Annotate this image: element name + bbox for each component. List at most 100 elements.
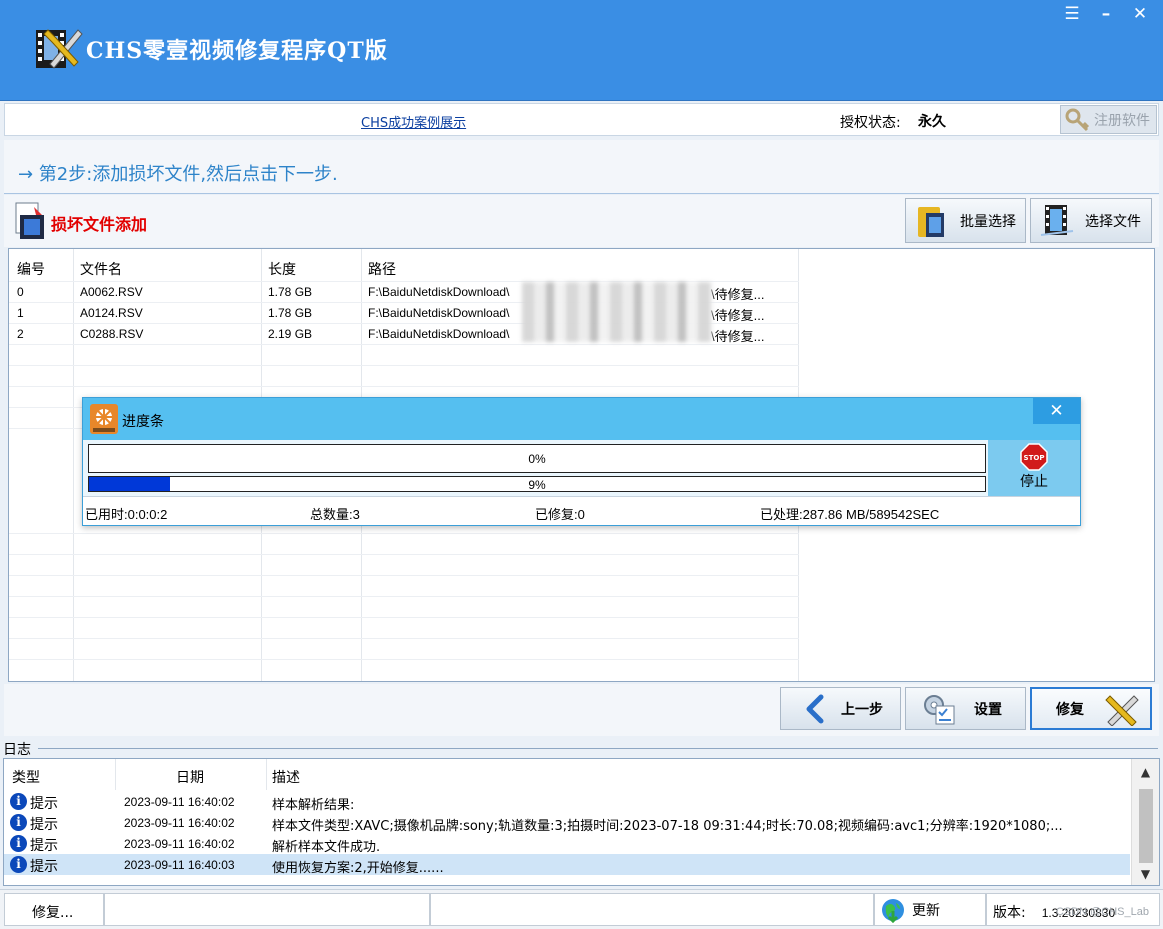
processed-amount: 已处理:287.86 MB/589542SEC [760,507,940,522]
previous-step-button[interactable]: 上一步 [780,687,901,730]
register-button[interactable]: 注册软件 [1060,105,1157,134]
repair-button[interactable]: 修复 [1030,687,1152,730]
dialog-body: 0% 9% STOP 停止 [83,440,1080,496]
progress-app-icon [90,404,118,434]
batch-select-button[interactable]: 批量选择 [905,198,1026,243]
info-icon: i [10,835,27,852]
register-label: 注册软件 [1094,112,1150,129]
row-path-end: \待修复... [711,287,765,302]
info-bar: CHS成功案例展示 授权状态: 永久 注册软件 [4,103,1159,136]
status-panel [430,893,874,926]
log-desc: 使用恢复方案:2,开始修复...... [272,861,444,876]
log-scrollbar[interactable]: ▲ ▼ [1131,759,1159,885]
close-icon[interactable]: ✕ [1129,4,1151,24]
settings-button[interactable]: 设置 [905,687,1026,730]
status-panel [104,893,430,926]
progress-dialog: 进度条 ✕ 0% 9% STOP 停止 已用时:0:0:0:2 总数量:3 已修… [82,397,1081,526]
scroll-down-icon[interactable]: ▼ [1132,867,1159,881]
dialog-title-bar: 进度条 ✕ [83,398,1080,440]
folder-film-icon [918,206,944,237]
log-type: 提示 [30,796,58,812]
film-file-icon [15,202,44,239]
log-table[interactable]: 类型 日期 描述 i 提示 2023-09-11 16:40:02 样本解析结果… [3,758,1160,886]
file-section-header: 损坏文件添加 批量选择 选择文件 [4,195,1159,247]
log-type: 提示 [30,859,58,875]
row-filename: A0124.RSV [80,306,143,320]
scroll-up-icon[interactable]: ▲ [1132,765,1159,779]
dialog-stats: 已用时:0:0:0:2 总数量:3 已修复:0 已处理:287.86 MB/58… [83,496,1080,525]
info-icon: i [10,793,27,810]
stop-sign-icon: STOP [1020,443,1048,471]
row-path-end: \待修复... [711,308,765,323]
step-header: → 第2步:添加损坏文件,然后点击下一步. [4,140,1159,194]
title-bar: CHS零壹视频修复程序QT版 ☰ – ✕ [0,0,1163,101]
log-type: 提示 [30,817,58,833]
film-strip-icon [1040,204,1074,236]
row-filename: C0288.RSV [80,327,144,341]
col-header-size[interactable]: 长度 [268,259,296,279]
svg-text:STOP: STOP [1024,454,1045,462]
col-header-id[interactable]: 编号 [17,259,45,279]
total-count: 总数量:3 [310,507,360,522]
globe-update-icon [882,898,904,923]
log-date: 2023-09-11 16:40:02 [124,816,235,830]
menu-icon[interactable]: ☰ [1061,4,1083,24]
scroll-thumb[interactable] [1139,789,1153,863]
auth-status-value: 永久 [918,114,946,130]
log-date: 2023-09-11 16:40:02 [124,795,235,809]
damaged-files-title: 损坏文件添加 [51,215,148,234]
key-icon [1065,108,1090,131]
watermark-text: CSDN @CHS_Lab [1055,906,1149,918]
row-filename: A0062.RSV [80,285,143,299]
log-divider [38,748,1158,749]
dialog-title: 进度条 [122,414,164,430]
stop-label: 停止 [1020,474,1048,490]
overall-progress-label: 0% [528,452,546,466]
log-desc: 样本文件类型:XAVC;摄像机品牌:sony;轨道数量:3;拍摄时间:2023-… [272,819,1063,834]
batch-select-label: 批量选择 [960,213,1016,230]
success-cases-link[interactable]: CHS成功案例展示 [361,112,466,131]
log-row[interactable]: i 提示 2023-09-11 16:40:02 样本文件类型:XAVC;摄像机… [4,812,1130,834]
stop-button[interactable]: STOP 停止 [988,440,1080,496]
update-button[interactable]: 更新 [874,893,986,926]
file-progress-bar: 9% [88,476,986,492]
row-size: 1.78 GB [268,306,313,320]
dialog-close-button[interactable]: ✕ [1033,398,1080,424]
settings-gear-icon [924,694,955,724]
row-id: 0 [17,285,24,299]
col-header-filename[interactable]: 文件名 [80,259,122,279]
info-icon: i [10,814,27,831]
status-text: 修复... [4,893,104,926]
redacted-path-blur [522,282,712,342]
version-label: 版本: [993,905,1026,921]
log-label: 日志 [3,742,31,758]
row-path-start: F:\BaiduNetdiskDownload\ [368,306,510,320]
minimize-icon[interactable]: – [1095,4,1117,24]
log-row[interactable]: i 提示 2023-09-11 16:40:02 样本解析结果: [4,791,1130,813]
app-title: CHS零壹视频修复程序QT版 [86,38,388,64]
log-row-selected[interactable]: i 提示 2023-09-11 16:40:03 使用恢复方案:2,开始修复..… [4,854,1130,876]
select-file-button[interactable]: 选择文件 [1030,198,1152,243]
row-size: 2.19 GB [268,327,313,341]
repair-label: 修复 [1056,701,1084,718]
log-type: 提示 [30,838,58,854]
settings-label: 设置 [974,701,1002,718]
row-id: 1 [17,306,24,320]
log-col-date[interactable]: 日期 [176,767,204,787]
log-row[interactable]: i 提示 2023-09-11 16:40:02 解析样本文件成功. [4,833,1130,855]
row-path-end: \待修复... [711,329,765,344]
log-desc: 解析样本文件成功. [272,840,381,855]
log-col-type[interactable]: 类型 [12,767,40,787]
log-col-desc[interactable]: 描述 [272,767,300,787]
navigation-bar: 上一步 设置 修复 [4,684,1159,736]
status-bar: 修复... 更新 版本: 1.3.20230830 [0,889,1163,929]
log-date: 2023-09-11 16:40:02 [124,837,235,851]
update-label: 更新 [912,902,940,919]
previous-step-label: 上一步 [841,701,883,718]
col-header-path[interactable]: 路径 [368,259,396,279]
auth-status-label: 授权状态: [840,115,901,131]
tools-icon [1105,694,1139,726]
window-controls: ☰ – ✕ [1061,4,1151,24]
row-id: 2 [17,327,24,341]
chevron-left-icon [806,694,824,723]
